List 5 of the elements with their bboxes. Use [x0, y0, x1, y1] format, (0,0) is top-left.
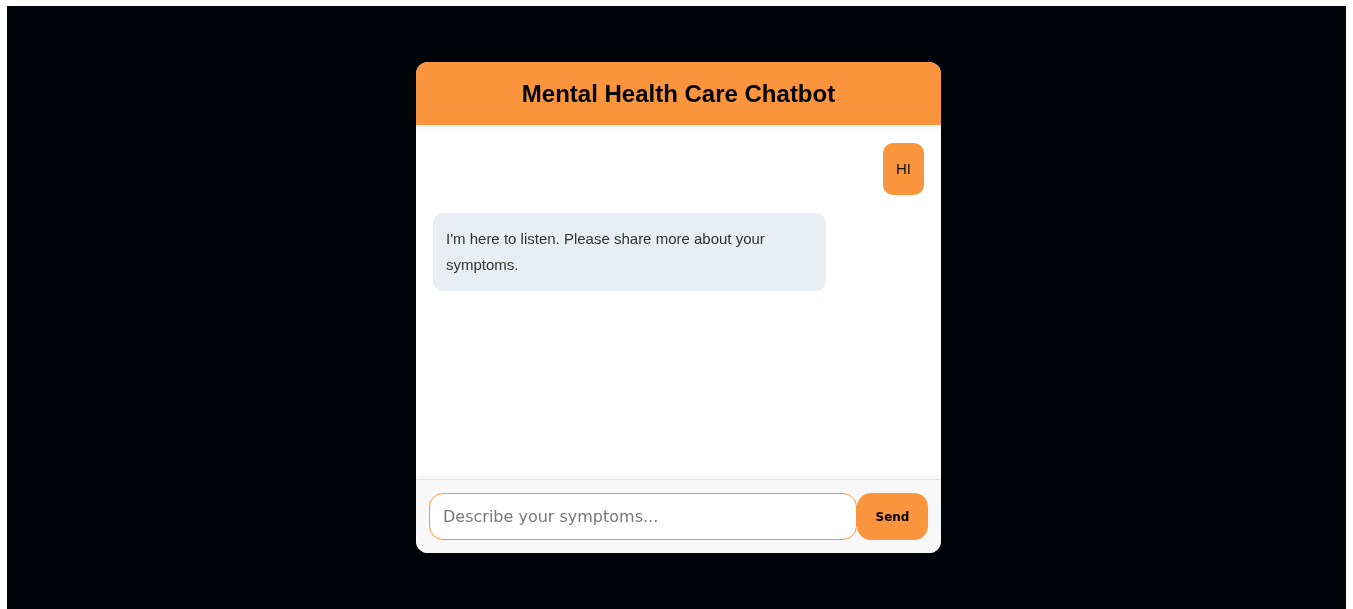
bot-message: I'm here to listen. Please share more about your symptoms. [433, 213, 826, 291]
user-message: HI [883, 143, 924, 195]
chat-title: Mental Health Care Chatbot [521, 79, 836, 108]
symptoms-input[interactable]: Describe your symptoms... [429, 493, 857, 540]
send-button[interactable]: Send [857, 493, 928, 540]
